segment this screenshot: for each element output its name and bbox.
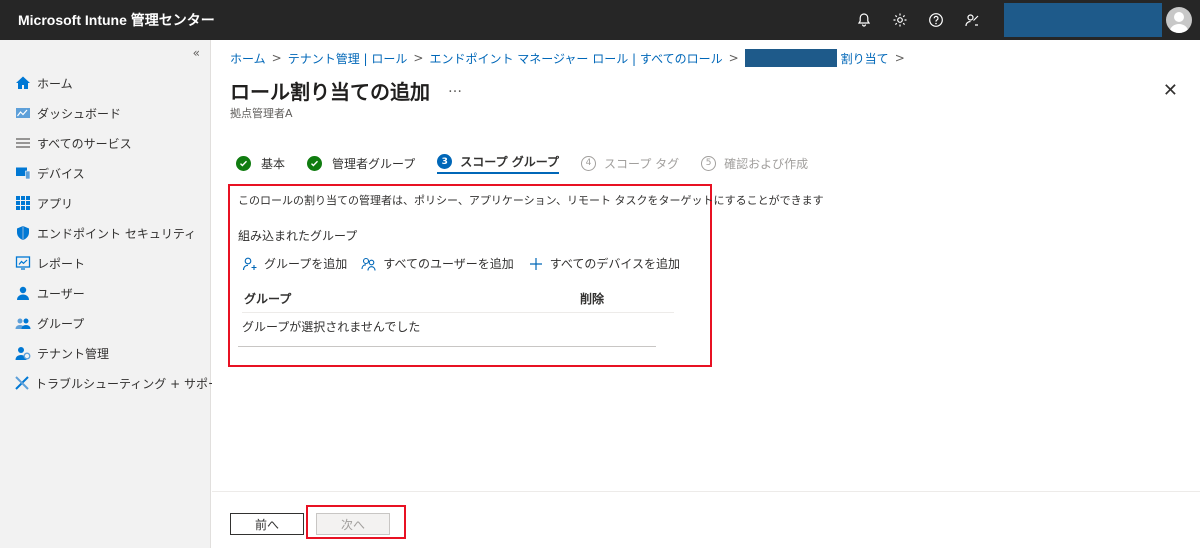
sidebar-item-tenant-admin[interactable]: テナント管理 bbox=[0, 338, 210, 368]
sidebar-item-devices[interactable]: デバイス bbox=[0, 158, 210, 188]
collapse-sidebar-button[interactable]: « bbox=[193, 46, 200, 60]
sidebar-item-endpoint-security[interactable]: エンドポイント セキュリティ bbox=[0, 218, 210, 248]
sidebar-item-label: ダッシュボード bbox=[37, 106, 122, 121]
step-label: スコープ タグ bbox=[604, 156, 680, 171]
wizard-steps: 基本 管理者グループ 3 スコープ グループ 4 スコープ タグ 5 確認および… bbox=[236, 152, 830, 174]
step-label: 確認および作成 bbox=[724, 156, 809, 171]
step-number: 4 bbox=[581, 155, 597, 171]
check-icon bbox=[236, 155, 251, 171]
wizard-footer: 前へ 次へ bbox=[212, 491, 1200, 548]
sidebar-item-label: グループ bbox=[37, 316, 85, 331]
group-icon bbox=[14, 315, 32, 331]
users-icon bbox=[361, 257, 376, 271]
highlight-box bbox=[228, 184, 712, 367]
column-header-delete[interactable]: 削除 bbox=[580, 290, 604, 307]
close-icon[interactable]: ✕ bbox=[1163, 80, 1178, 101]
sidebar-item-label: ホーム bbox=[37, 76, 73, 91]
sidebar-item-label: エンドポイント セキュリティ bbox=[37, 226, 197, 241]
tools-icon bbox=[14, 375, 30, 391]
sidebar-item-apps[interactable]: アプリ bbox=[0, 188, 210, 218]
step-admin-groups[interactable]: 管理者グループ bbox=[307, 152, 415, 174]
sidebar-item-groups[interactable]: グループ bbox=[0, 308, 210, 338]
sidebar-item-reports[interactable]: レポート bbox=[0, 248, 210, 278]
step-number: 3 bbox=[437, 154, 453, 169]
sidebar-nav: ホーム ダッシュボード すべてのサービス デバイス アプリ エンドポイント セキ… bbox=[0, 68, 232, 398]
group-actions: グループを追加 すべてのユーザーを追加 すべてのデバイスを追加 bbox=[242, 255, 694, 272]
breadcrumb-tenant-admin[interactable]: テナント管理 | ロール bbox=[288, 50, 408, 67]
home-icon bbox=[14, 75, 32, 91]
app-title[interactable]: Microsoft Intune 管理センター bbox=[0, 10, 846, 30]
sidebar-item-users[interactable]: ユーザー bbox=[0, 278, 210, 308]
more-options-button[interactable]: … bbox=[448, 80, 463, 96]
sidebar-item-dashboard[interactable]: ダッシュボード bbox=[0, 98, 210, 128]
scope-description: このロールの割り当ての管理者は、ポリシー、アプリケーション、リモート タスクをタ… bbox=[238, 194, 824, 207]
top-icons bbox=[846, 0, 1200, 40]
step-label: 基本 bbox=[261, 156, 286, 171]
column-header-group[interactable]: グループ bbox=[244, 290, 291, 307]
page-title: ロール割り当ての追加 bbox=[230, 80, 430, 104]
breadcrumb-separator: > bbox=[728, 51, 739, 65]
groups-table-header: グループ 削除 bbox=[242, 287, 674, 313]
step-scope-groups[interactable]: 3 スコープ グループ bbox=[437, 152, 560, 174]
add-all-devices-button[interactable]: すべてのデバイスを追加 bbox=[528, 255, 680, 272]
main-panel: ホーム > テナント管理 | ロール > エンドポイント マネージャー ロール … bbox=[212, 40, 1200, 548]
step-label: 管理者グループ bbox=[332, 156, 416, 171]
add-all-users-label: すべてのユーザーを追加 bbox=[383, 257, 514, 271]
plus-icon bbox=[529, 257, 542, 270]
tenant-icon bbox=[14, 345, 32, 361]
sidebar-item-all-services[interactable]: すべてのサービス bbox=[0, 128, 210, 158]
table-empty-message: グループが選択されませんでした bbox=[242, 320, 421, 334]
bell-icon[interactable] bbox=[846, 0, 882, 40]
dashboard-icon bbox=[14, 105, 32, 121]
step-label: スコープ グループ bbox=[460, 155, 560, 169]
report-icon bbox=[14, 255, 32, 271]
step-review-create[interactable]: 5 確認および作成 bbox=[701, 152, 808, 174]
previous-button[interactable]: 前へ bbox=[230, 513, 304, 535]
step-number: 5 bbox=[701, 155, 717, 171]
sidebar-item-troubleshooting[interactable]: トラブルシューティング + サポート bbox=[0, 368, 232, 398]
breadcrumb-separator: > bbox=[271, 51, 282, 65]
list-icon bbox=[14, 135, 32, 151]
help-icon[interactable] bbox=[918, 0, 954, 40]
add-person-icon bbox=[242, 257, 257, 270]
step-scope-tags[interactable]: 4 スコープ タグ bbox=[581, 152, 679, 174]
top-bar: Microsoft Intune 管理センター bbox=[0, 0, 1200, 40]
sidebar-item-label: レポート bbox=[37, 256, 86, 271]
account-block[interactable] bbox=[1004, 3, 1162, 37]
sidebar-item-label: テナント管理 bbox=[37, 346, 110, 361]
breadcrumb-redacted-role[interactable] bbox=[744, 49, 837, 67]
sidebar-item-label: ユーザー bbox=[37, 286, 85, 301]
add-all-users-button[interactable]: すべてのユーザーを追加 bbox=[361, 255, 514, 272]
add-group-button[interactable]: グループを追加 bbox=[242, 255, 347, 272]
sidebar-item-home[interactable]: ホーム bbox=[0, 68, 210, 98]
sidebar-item-label: アプリ bbox=[37, 196, 74, 211]
device-icon bbox=[14, 165, 32, 181]
apps-icon bbox=[14, 195, 32, 211]
table-divider bbox=[238, 346, 656, 347]
gear-icon[interactable] bbox=[882, 0, 918, 40]
add-group-label: グループを追加 bbox=[264, 257, 348, 271]
sidebar-item-label: すべてのサービス bbox=[37, 136, 132, 151]
feedback-icon[interactable] bbox=[954, 0, 990, 40]
included-groups-heading: 組み込まれたグループ bbox=[238, 229, 358, 243]
sidebar-item-label: トラブルシューティング + サポート bbox=[35, 376, 232, 391]
breadcrumb-home[interactable]: ホーム bbox=[230, 50, 266, 67]
breadcrumb-all-roles[interactable]: エンドポイント マネージャー ロール | すべてのロール bbox=[429, 50, 722, 67]
breadcrumb: ホーム > テナント管理 | ロール > エンドポイント マネージャー ロール … bbox=[230, 49, 911, 67]
breadcrumb-assignments[interactable]: 割り当て bbox=[841, 50, 889, 67]
sidebar: « ホーム ダッシュボード すべてのサービス デバイス アプリ エンドポイント … bbox=[0, 40, 232, 548]
next-button-highlight bbox=[306, 505, 406, 539]
breadcrumb-separator: > bbox=[894, 51, 905, 65]
breadcrumb-separator: > bbox=[413, 51, 424, 65]
check-icon bbox=[307, 155, 323, 171]
avatar[interactable] bbox=[1166, 7, 1192, 33]
shield-icon bbox=[14, 225, 32, 241]
user-icon bbox=[14, 285, 32, 301]
step-basics[interactable]: 基本 bbox=[236, 152, 285, 174]
add-all-devices-label: すべてのデバイスを追加 bbox=[549, 257, 681, 271]
sidebar-item-label: デバイス bbox=[37, 166, 85, 181]
page-subtitle: 拠点管理者A bbox=[230, 107, 293, 120]
